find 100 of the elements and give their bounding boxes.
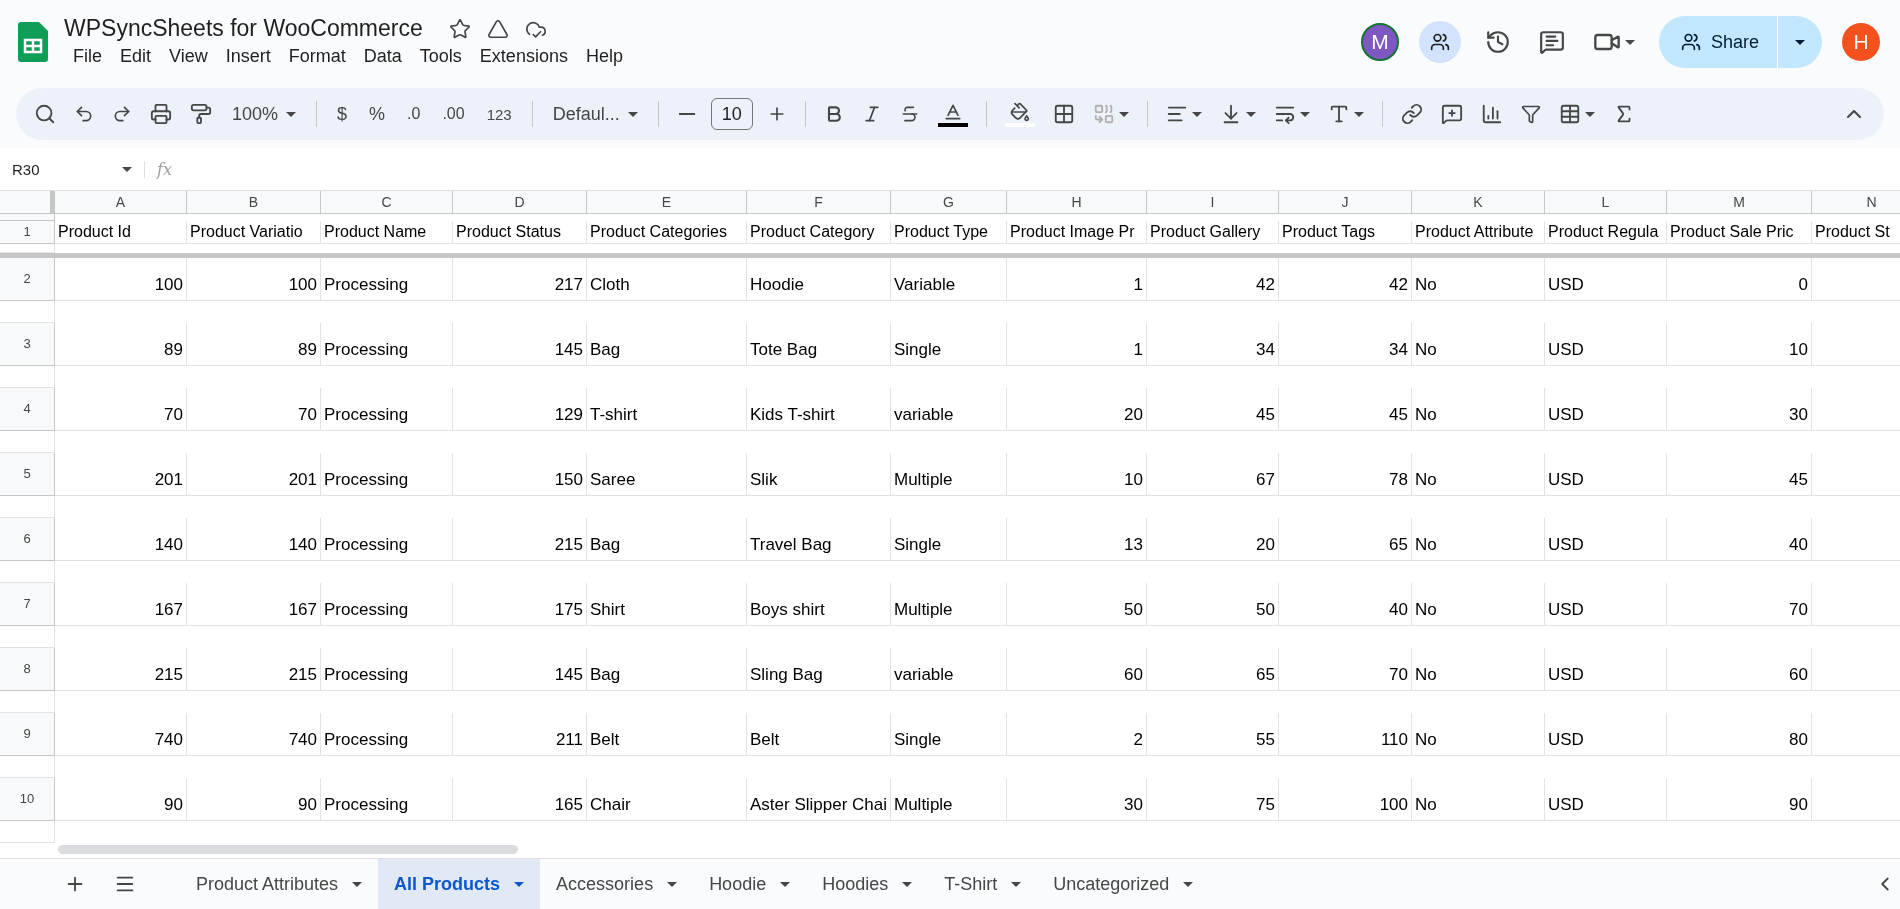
table-cell: Bag: [587, 323, 747, 366]
table-cell: 20: [1147, 518, 1279, 561]
table-cell: 129: [453, 388, 587, 431]
table-cell: 215: [453, 518, 587, 561]
row-header[interactable]: 3: [0, 323, 55, 366]
column-header[interactable]: M: [1667, 191, 1812, 214]
table-cell: Product Id: [55, 221, 187, 244]
table-cell: 201: [55, 453, 187, 496]
row-header[interactable]: 9: [0, 713, 55, 756]
table-cell: 70: [1279, 648, 1412, 691]
row-header[interactable]: 1: [0, 221, 55, 244]
table-cell: variable: [891, 388, 1007, 431]
menu-item[interactable]: Insert: [216, 44, 280, 69]
table-cell: No: [1412, 648, 1545, 691]
collaborator-avatar[interactable]: M: [1360, 23, 1399, 61]
name-box[interactable]: R30: [0, 160, 145, 178]
table-cell: Aster Slipper Chai: [747, 778, 891, 821]
table-cell: Single: [891, 518, 1007, 561]
sheet-tab[interactable]: Hoodies: [806, 859, 929, 909]
menu-item[interactable]: Data: [354, 44, 411, 69]
row-header[interactable]: 2: [0, 258, 55, 301]
column-header[interactable]: C: [321, 191, 453, 214]
table-cell: 50: [1007, 583, 1147, 626]
column-header[interactable]: I: [1147, 191, 1279, 214]
menu-item[interactable]: Tools: [410, 44, 471, 69]
sheet-tab[interactable]: All Products: [378, 859, 541, 909]
caret-icon: [1118, 111, 1129, 117]
table-cell: 13: [1007, 518, 1147, 561]
column-header[interactable]: H: [1007, 191, 1147, 214]
table-cell: 70: [187, 388, 321, 431]
table-cell: Processing: [321, 778, 453, 821]
table-cell: 70: [55, 388, 187, 431]
table-cell: Product Regula: [1545, 221, 1667, 244]
sheet-tab[interactable]: T-Shirt: [928, 859, 1038, 909]
percent-format-button[interactable]: %: [363, 99, 392, 129]
table-cell: Multiple: [891, 453, 1007, 496]
document-title[interactable]: WPSyncSheets for WooCommerce: [64, 15, 423, 42]
column-header[interactable]: N: [1812, 191, 1900, 214]
menu-item[interactable]: File: [64, 44, 111, 69]
column-header[interactable]: A: [55, 191, 187, 214]
menu-item[interactable]: Extensions: [470, 44, 577, 69]
people-button[interactable]: [1418, 21, 1461, 63]
currency-format-button[interactable]: $: [331, 99, 354, 129]
row-header[interactable]: 6: [0, 518, 55, 561]
table-cell: Processing: [321, 583, 453, 626]
font-select[interactable]: Defaul...: [546, 99, 644, 129]
row-header[interactable]: 4: [0, 388, 55, 431]
column-header[interactable]: E: [587, 191, 747, 214]
menu-item[interactable]: Format: [279, 44, 355, 69]
table-cell: 30: [1667, 388, 1812, 431]
table-cell: 90: [55, 778, 187, 821]
row-header[interactable]: 10: [0, 778, 55, 821]
spreadsheet-logo-icon: [18, 22, 48, 62]
font-size-field[interactable]: 10: [710, 98, 753, 130]
table-cell: 215: [55, 648, 187, 691]
table-cell: No: [1412, 453, 1545, 496]
sheet-tab[interactable]: Hoodie: [693, 859, 807, 909]
table-cell: 42: [1279, 258, 1412, 301]
table-cell: Product Type: [891, 221, 1007, 244]
zoom-select[interactable]: 100%: [226, 99, 303, 129]
column-header[interactable]: J: [1279, 191, 1412, 214]
table-cell: 20: [1007, 388, 1147, 431]
caret-icon: [1191, 111, 1202, 117]
redo-icon: [112, 104, 132, 124]
column-header[interactable]: K: [1412, 191, 1545, 214]
sheet-tab[interactable]: Accessories: [540, 859, 694, 909]
menu-item[interactable]: Edit: [111, 44, 161, 69]
row-header[interactable]: 7: [0, 583, 55, 626]
table-cell: 30: [1007, 778, 1147, 821]
row-header[interactable]: 5: [0, 453, 55, 496]
merge-cells-icon: [1092, 103, 1115, 125]
sheet-tab[interactable]: Product Attributes: [180, 859, 379, 909]
increase-decimals-button[interactable]: .00: [436, 101, 471, 127]
table-cell: 165: [453, 778, 587, 821]
menu-item[interactable]: View: [160, 44, 217, 69]
decrease-decimals-button[interactable]: .0: [401, 101, 427, 127]
table-cell: 110: [1279, 713, 1412, 756]
table-cell: Kids T-shirt: [747, 388, 891, 431]
column-header[interactable]: F: [747, 191, 891, 214]
table-cell: Product Image Pr: [1007, 221, 1147, 244]
sheet-tab[interactable]: Uncategorized: [1037, 859, 1210, 909]
table-cell: 89: [55, 323, 187, 366]
table-cell: Processing: [321, 388, 453, 431]
table-cell: USD: [1545, 518, 1667, 561]
table-cell: 65: [1147, 648, 1279, 691]
menu-item[interactable]: Help: [576, 44, 632, 69]
insert-comment-icon: [1440, 103, 1463, 125]
number-format-button[interactable]: 123: [480, 101, 518, 127]
column-header[interactable]: D: [453, 191, 587, 214]
table-cell: 89: [187, 323, 321, 366]
table-cell: 45: [1667, 453, 1812, 496]
column-header[interactable]: L: [1545, 191, 1667, 214]
table-cell: 45: [1279, 388, 1412, 431]
horizontal-scrollbar[interactable]: [58, 845, 518, 854]
table-cell: 145: [453, 323, 587, 366]
row-header[interactable]: 8: [0, 648, 55, 691]
column-header[interactable]: G: [891, 191, 1007, 214]
column-header[interactable]: B: [187, 191, 321, 214]
caret-icon: [1299, 111, 1310, 117]
table-cell: 10: [1007, 453, 1147, 496]
